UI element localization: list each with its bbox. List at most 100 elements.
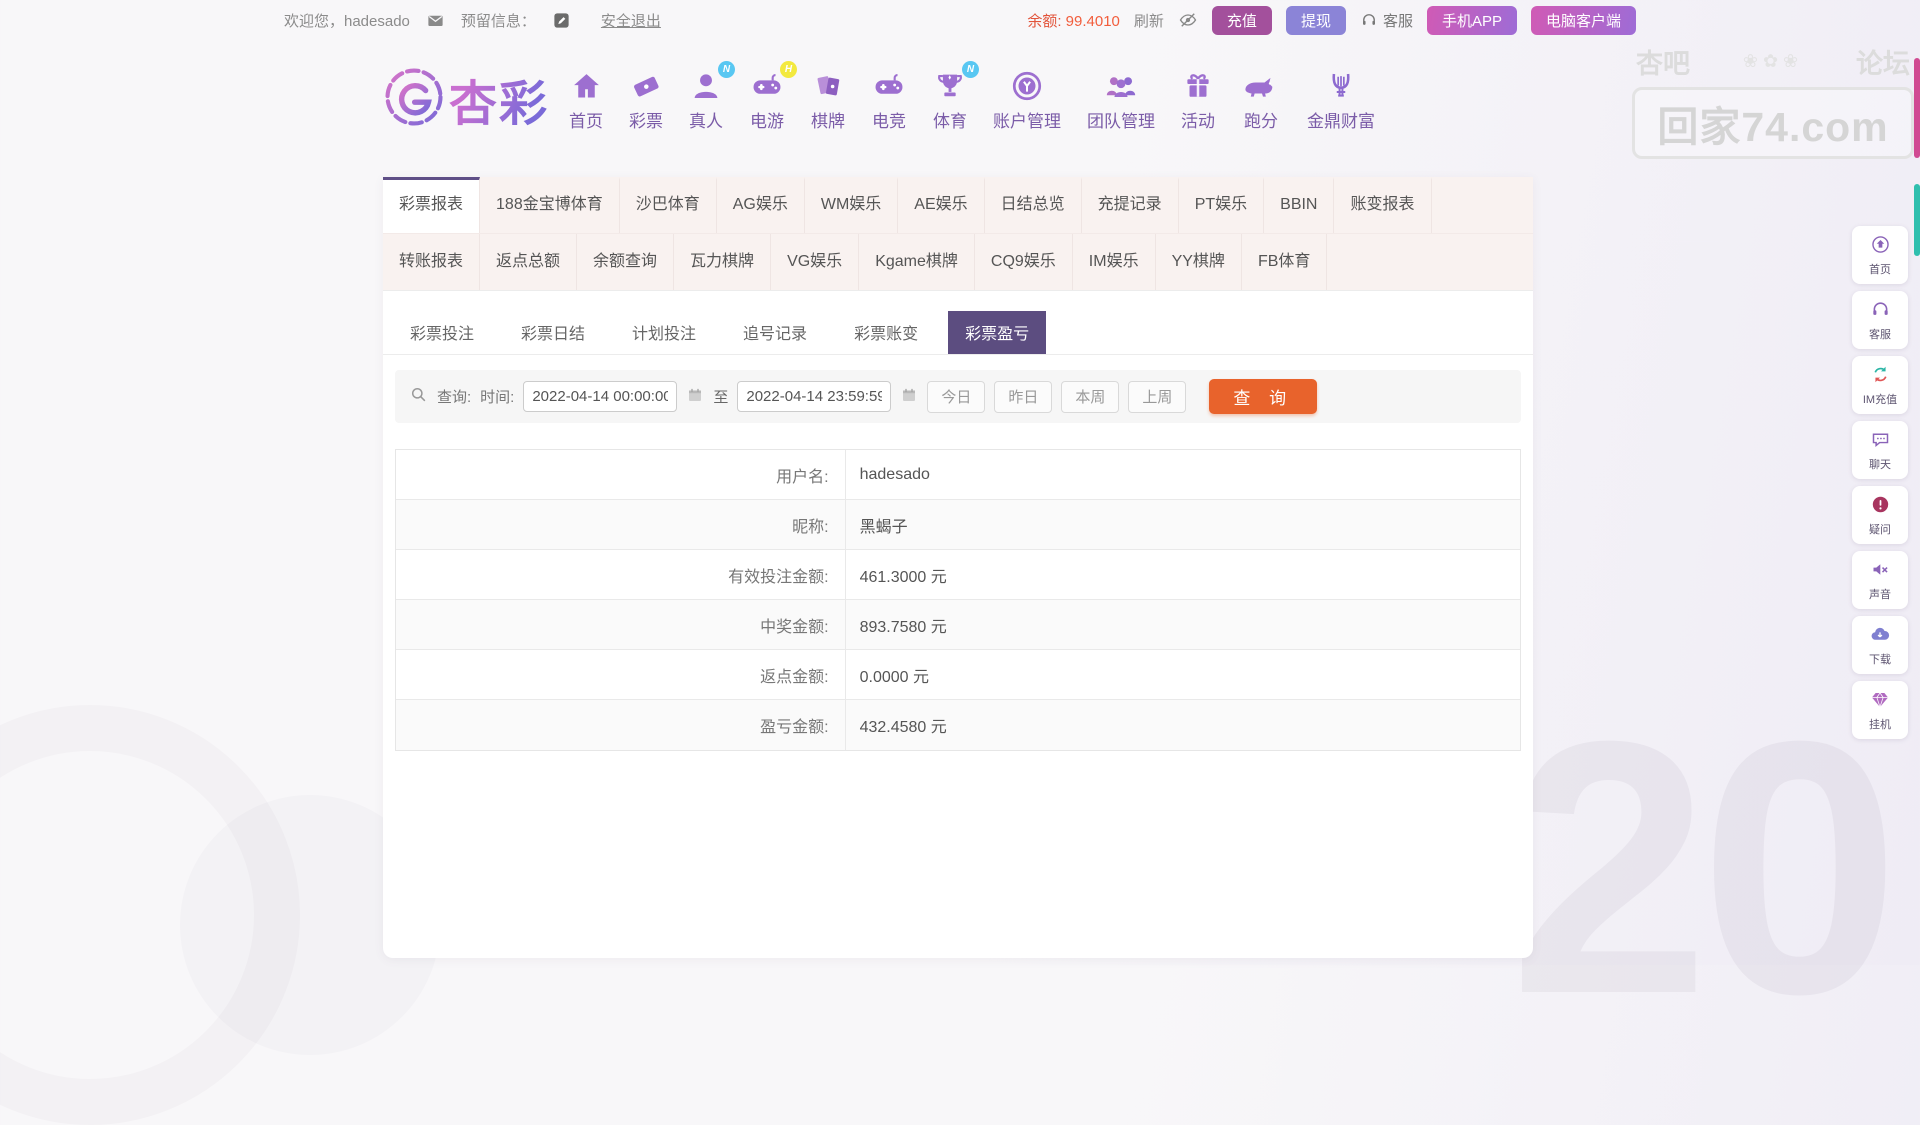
refresh-link[interactable]: 刷新 [1134, 10, 1164, 31]
gamepad-icon: H [749, 67, 785, 103]
tab-ae[interactable]: AE娱乐 [898, 177, 984, 233]
sidebar-item-sound[interactable]: 声音 [1852, 551, 1908, 609]
quick-today-button[interactable]: 今日 [927, 381, 985, 413]
tab-deposit-withdraw-records[interactable]: 充提记录 [1082, 177, 1179, 233]
table-row: 中奖金额: 893.7580 元 [396, 600, 1520, 650]
sidebar-item-autoplay[interactable]: 挂机 [1852, 681, 1908, 739]
nav-item-home[interactable]: 首页 [569, 67, 603, 132]
pc-client-button[interactable]: 电脑客户端 [1531, 6, 1636, 35]
welcome-text: 欢迎您，hadesado [284, 10, 410, 31]
reserved-info-label: 预留信息： [461, 10, 536, 31]
query-submit-button[interactable]: 查 询 [1209, 379, 1317, 414]
nav-item-team[interactable]: 团队管理 [1087, 67, 1155, 132]
top-bar: 欢迎您，hadesado 预留信息： 安全退出 余额: 99.4010 刷新 充… [0, 0, 1920, 40]
tab-daily-summary[interactable]: 日结总览 [985, 177, 1082, 233]
nav-item-lottery[interactable]: 彩票 [629, 67, 663, 132]
lyre-icon [1324, 67, 1358, 103]
subtab-plan-bets[interactable]: 计划投注 [615, 311, 713, 354]
tab-lottery-report[interactable]: 彩票报表 [383, 177, 480, 233]
row-value: 黑蝎子 [846, 500, 1520, 549]
nav-item-jinding-wealth[interactable]: 金鼎财富 [1307, 67, 1375, 132]
tab-188-sports[interactable]: 188金宝博体育 [480, 177, 620, 233]
sidebar-item-service[interactable]: 客服 [1852, 291, 1908, 349]
nav-item-account[interactable]: 账户管理 [993, 67, 1061, 132]
nav-item-egames[interactable]: H 电游 [749, 67, 785, 132]
sidebar-item-question[interactable]: 疑问 [1852, 486, 1908, 544]
row-label: 有效投注金额: [396, 550, 846, 599]
row-label: 中奖金额: [396, 600, 846, 649]
site-logo[interactable]: 杏彩 [383, 64, 549, 134]
recharge-button[interactable]: 充值 [1212, 6, 1272, 35]
ticket-icon [629, 67, 663, 103]
time-label: 时间: [480, 386, 514, 407]
withdraw-button[interactable]: 提现 [1286, 6, 1346, 35]
sidebar-item-home[interactable]: 首页 [1852, 226, 1908, 284]
envelope-icon[interactable] [426, 11, 445, 30]
subtab-lottery-daily[interactable]: 彩票日结 [504, 311, 602, 354]
quick-yesterday-button[interactable]: 昨日 [994, 381, 1052, 413]
tab-transfer-report[interactable]: 转账报表 [383, 234, 480, 290]
headset-icon [1870, 299, 1891, 323]
table-row: 盈亏金额: 432.4580 元 [396, 700, 1520, 750]
subtab-lottery-profit-loss[interactable]: 彩票盈亏 [948, 311, 1046, 354]
nav-label: 彩票 [629, 107, 663, 132]
tab-yy-cards[interactable]: YY棋牌 [1156, 234, 1242, 290]
tab-cq9[interactable]: CQ9娱乐 [975, 234, 1073, 290]
safe-logout-link[interactable]: 安全退出 [601, 10, 661, 31]
table-row: 用户名: hadesado [396, 450, 1520, 500]
tab-ag[interactable]: AG娱乐 [717, 177, 805, 233]
nav-item-live[interactable]: N 真人 [689, 67, 723, 132]
to-separator: 至 [713, 386, 728, 407]
sidebar-item-chat[interactable]: 聊天 [1852, 421, 1908, 479]
customer-service-label: 客服 [1383, 10, 1413, 31]
eye-off-icon[interactable] [1178, 10, 1198, 30]
quick-lastweek-button[interactable]: 上周 [1128, 381, 1186, 413]
sidebar-item-label: 疑问 [1869, 521, 1891, 537]
nav-item-paofen[interactable]: 跑分 [1241, 67, 1281, 132]
tab-shaba-sports[interactable]: 沙巴体育 [620, 177, 717, 233]
row-label: 用户名: [396, 450, 846, 499]
subtab-lottery-bets[interactable]: 彩票投注 [393, 311, 491, 354]
tab-rebate-total[interactable]: 返点总额 [480, 234, 577, 290]
nav-item-cards[interactable]: 棋牌 [811, 67, 845, 132]
report-tabs-row2: 转账报表 返点总额 余额查询 瓦力棋牌 VG娱乐 Kgame棋牌 CQ9娱乐 I… [383, 233, 1533, 291]
tab-wm[interactable]: WM娱乐 [805, 177, 898, 233]
customer-service-link[interactable]: 客服 [1360, 10, 1413, 31]
query-bar: 查询: 时间: 至 今日 昨日 本周 上周 查 询 [395, 370, 1521, 423]
tab-pt[interactable]: PT娱乐 [1179, 177, 1264, 233]
person-icon: N [689, 67, 723, 103]
nav-item-promotions[interactable]: 活动 [1181, 67, 1215, 132]
quick-thisweek-button[interactable]: 本周 [1061, 381, 1119, 413]
calendar-icon[interactable] [686, 386, 704, 408]
tab-fb-sports[interactable]: FB体育 [1242, 234, 1327, 290]
sidebar-item-label: 客服 [1869, 326, 1891, 342]
people-group-icon [1103, 67, 1139, 103]
subtab-chase-records[interactable]: 追号记录 [726, 311, 824, 354]
tab-vg[interactable]: VG娱乐 [771, 234, 859, 290]
tab-balance-query[interactable]: 余额查询 [577, 234, 674, 290]
date-from-input[interactable] [523, 381, 677, 412]
profit-loss-table: 用户名: hadesado 昵称: 黑蝎子 有效投注金额: 461.3000 元… [395, 449, 1521, 751]
edit-pencil-icon[interactable] [552, 11, 571, 30]
sidebar-item-download[interactable]: 下载 [1852, 616, 1908, 674]
tab-im[interactable]: IM娱乐 [1073, 234, 1156, 290]
scrollbar-thumb-pink[interactable] [1914, 58, 1920, 158]
tab-kgame[interactable]: Kgame棋牌 [859, 234, 975, 290]
scrollbar-thumb-teal[interactable] [1914, 184, 1920, 256]
watermark-domain-text: 回家74.com [1632, 87, 1914, 159]
tab-wali-cards[interactable]: 瓦力棋牌 [674, 234, 771, 290]
sidebar-item-im-recharge[interactable]: IM充值 [1852, 356, 1908, 414]
mobile-app-button[interactable]: 手机APP [1427, 6, 1517, 35]
coin-icon [1010, 67, 1044, 103]
date-to-input[interactable] [737, 381, 891, 412]
nav-item-esports[interactable]: 电竞 [871, 67, 907, 132]
nav-item-sports[interactable]: N 体育 [933, 67, 967, 132]
tab-bbin[interactable]: BBIN [1264, 177, 1334, 233]
tab-account-change-report[interactable]: 账变报表 [1334, 177, 1431, 233]
nav-label: 首页 [569, 107, 603, 132]
subtab-lottery-account-change[interactable]: 彩票账变 [837, 311, 935, 354]
row-value: hadesado [846, 450, 1520, 499]
calendar-icon[interactable] [900, 386, 918, 408]
nav-label: 棋牌 [811, 107, 845, 132]
nav-label: 电游 [750, 107, 784, 132]
